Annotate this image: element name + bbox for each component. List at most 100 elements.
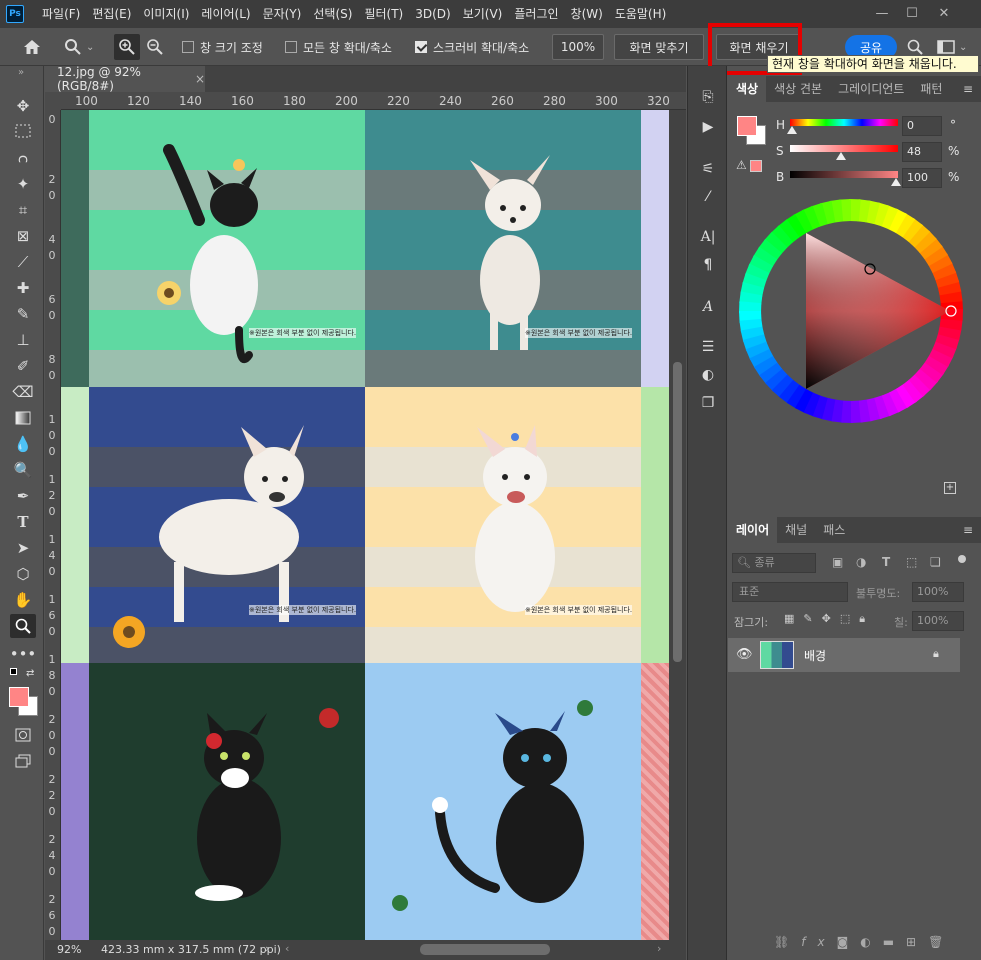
move-tool-icon[interactable]: ✥: [10, 94, 36, 118]
menu-item[interactable]: 편집(E): [86, 0, 137, 28]
glyphs-panel-icon[interactable]: A: [696, 296, 720, 318]
add-swatch-icon[interactable]: +: [944, 482, 956, 494]
hue-slider-track[interactable]: [790, 119, 898, 126]
menu-item[interactable]: 플러그인: [508, 0, 564, 28]
panel-menu-icon[interactable]: ≡: [963, 82, 973, 96]
maximize-icon[interactable]: ☐: [900, 4, 924, 22]
filter-shape-icon[interactable]: ⬚: [906, 555, 917, 569]
filter-smart-object-icon[interactable]: ❏: [930, 555, 941, 569]
zoom-tool-icon[interactable]: [10, 614, 36, 638]
close-icon[interactable]: ✕: [932, 4, 956, 22]
gradient-tool-icon[interactable]: [10, 406, 36, 430]
ruler-corner[interactable]: [45, 92, 61, 110]
filter-type-icon[interactable]: T: [882, 555, 890, 569]
home-icon[interactable]: [20, 28, 44, 66]
adjustment-layer-icon[interactable]: ◐: [696, 364, 720, 386]
zoom-out-icon[interactable]: [146, 28, 164, 66]
character-panel-icon[interactable]: A|: [696, 226, 720, 248]
color-panel-tab[interactable]: 색상 견본: [766, 76, 830, 102]
layer-filter-select[interactable]: 🔍︎ 종류: [732, 553, 816, 573]
layer-name[interactable]: 배경: [804, 647, 826, 664]
status-zoom[interactable]: 92%: [57, 943, 81, 956]
history-brush-tool-icon[interactable]: ✐: [10, 354, 36, 378]
link-layers-icon[interactable]: ⛓: [774, 935, 801, 949]
layers-panel-tab[interactable]: 채널: [777, 517, 815, 543]
scroll-left-icon[interactable]: ‹: [285, 942, 289, 955]
brush-settings-icon[interactable]: ⁄: [696, 186, 720, 208]
hue-slider-handle[interactable]: [787, 126, 797, 134]
magic-wand-tool-icon[interactable]: ✦: [10, 172, 36, 196]
color-wheel[interactable]: [738, 198, 968, 428]
eyedropper-tool-icon[interactable]: ⟋: [10, 250, 36, 274]
fit-screen-button[interactable]: 화면 맞추기: [614, 34, 704, 60]
more-tools-icon[interactable]: •••: [10, 642, 37, 666]
minimize-icon[interactable]: —: [870, 4, 894, 22]
checkbox-unchecked-icon[interactable]: [182, 41, 194, 53]
add-mask-icon[interactable]: ◙: [837, 935, 861, 949]
fx-icon[interactable]: fx: [801, 935, 836, 949]
vertical-ruler[interactable]: 020406080100120140160180200220240260280: [45, 110, 61, 940]
menu-item[interactable]: 보기(V): [457, 0, 509, 28]
stamp-tool-icon[interactable]: ⊥: [10, 328, 36, 352]
chevron-down-icon[interactable]: ⌄: [86, 42, 94, 53]
history-panel-icon[interactable]: ⎘: [696, 86, 720, 108]
scroll-right-icon[interactable]: ›: [657, 942, 661, 955]
new-group-icon[interactable]: ▬: [883, 935, 906, 949]
healing-brush-tool-icon[interactable]: ✚: [10, 276, 36, 300]
brightness-slider-track[interactable]: [790, 171, 898, 178]
document-tab[interactable]: 12.jpg @ 92% (RGB/8#) ×: [45, 65, 205, 93]
crop-tool-icon[interactable]: ⌗: [10, 198, 36, 222]
lasso-tool-icon[interactable]: ᴒ: [10, 146, 36, 170]
close-tab-icon[interactable]: ×: [195, 72, 205, 86]
blend-mode-select[interactable]: 표준: [732, 582, 848, 602]
zoom-in-icon[interactable]: [114, 34, 140, 60]
filter-toggle-icon[interactable]: [958, 555, 966, 563]
screen-mode-icon[interactable]: [10, 749, 36, 773]
hand-tool-icon[interactable]: ✋: [10, 588, 36, 612]
lock-icon[interactable]: 🔒︎: [933, 647, 939, 661]
foreground-color-swatch[interactable]: [9, 687, 29, 707]
brush-tool-icon[interactable]: ✎: [10, 302, 36, 326]
opacity-input[interactable]: 100%: [912, 582, 964, 602]
filter-pixel-icon[interactable]: ▣: [832, 555, 843, 569]
menu-item[interactable]: 이미지(I): [137, 0, 195, 28]
color-panel-tab[interactable]: 패턴: [912, 76, 950, 102]
color-panel-tab[interactable]: 색상: [728, 76, 767, 102]
eye-visibility-icon[interactable]: 👁︎: [736, 647, 753, 662]
panel-menu-icon[interactable]: ≡: [963, 523, 973, 537]
new-layer-icon[interactable]: ⊞: [906, 935, 928, 949]
scrubby-zoom-checkbox[interactable]: 스크러비 확대/축소: [415, 28, 529, 66]
menu-item[interactable]: 레이어(L): [195, 0, 256, 28]
menu-item[interactable]: 도움말(H): [609, 0, 673, 28]
resize-windows-checkbox[interactable]: 창 크기 조정: [182, 28, 263, 66]
chevron-down-icon[interactable]: ⌄: [959, 42, 967, 53]
status-menu-arrow-icon[interactable]: ›: [265, 942, 269, 955]
paragraph-panel-icon[interactable]: ¶: [696, 254, 720, 276]
adjustments-panel-icon[interactable]: ⚟: [696, 158, 720, 180]
properties-panel-icon[interactable]: ☰: [696, 336, 720, 358]
saturation-input[interactable]: 48: [902, 142, 942, 162]
brightness-input[interactable]: 100: [902, 168, 942, 188]
zoom-all-windows-checkbox[interactable]: 모든 창 확대/축소: [285, 28, 392, 66]
zoom-100-button[interactable]: 100%: [552, 34, 604, 60]
eraser-tool-icon[interactable]: ⌫: [10, 380, 36, 404]
dodge-tool-icon[interactable]: 🔍: [10, 458, 36, 482]
menu-item[interactable]: 선택(S): [307, 0, 358, 28]
path-selection-tool-icon[interactable]: ➤: [10, 536, 36, 560]
layer-row[interactable]: 👁︎ 배경 🔒︎: [728, 638, 960, 672]
image-canvas[interactable]: ※원본은 회색 부분 없이 제공됩니다. ※원본은 회색 부분 없이 제공됩니다…: [61, 110, 669, 940]
layers-panel-tab[interactable]: 레이어: [728, 517, 778, 543]
default-colors-icon[interactable]: ⇄: [10, 668, 36, 682]
saturation-slider-handle[interactable]: [836, 152, 846, 160]
horizontal-scrollbar-thumb[interactable]: [420, 944, 550, 955]
type-tool-icon[interactable]: T: [10, 510, 36, 534]
pen-tool-icon[interactable]: ✒: [10, 484, 36, 508]
scrollbar-thumb[interactable]: [673, 362, 682, 662]
checkbox-checked-icon[interactable]: [415, 41, 427, 53]
checkbox-unchecked-icon[interactable]: [285, 41, 297, 53]
shape-tool-icon[interactable]: ⬡: [10, 562, 36, 586]
frame-tool-icon[interactable]: ⊠: [10, 224, 36, 248]
menu-item[interactable]: 3D(D): [409, 0, 456, 28]
fill-input[interactable]: 100%: [912, 611, 964, 631]
hue-input[interactable]: 0: [902, 116, 942, 136]
